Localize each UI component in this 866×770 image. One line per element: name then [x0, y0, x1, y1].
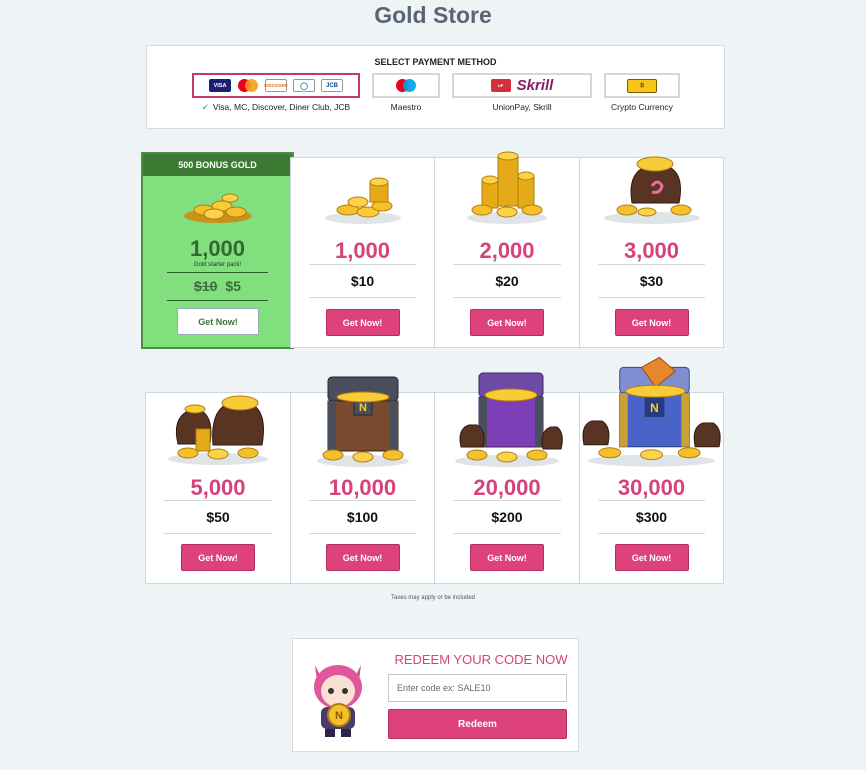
- redeem-panel: N REDEEM YOUR CODE NOW Redeem: [292, 638, 579, 752]
- pack-card: N 30,000 $300 Get Now!: [579, 357, 724, 584]
- coin-pile-icon: [143, 186, 292, 226]
- pack-price: $300: [635, 509, 668, 525]
- pack-amount: 30,000: [617, 475, 686, 500]
- featured-offer-card: 500 BONUS GOLD 1,000 Gold starter pack! …: [141, 152, 294, 349]
- payment-caption-crypto: Crypto Currency: [611, 102, 673, 112]
- divider: [453, 500, 561, 501]
- featured-subtitle: Gold starter pack!: [193, 262, 242, 268]
- divider: [598, 500, 705, 501]
- coin-bags-icon: [146, 379, 290, 469]
- coin-bag-icon: [580, 148, 723, 228]
- small-coin-pile-icon: [291, 166, 434, 228]
- get-now-button[interactable]: Get Now!: [470, 309, 544, 336]
- divider: [164, 500, 272, 501]
- bonus-banner: 500 BONUS GOLD: [143, 154, 292, 176]
- pack-card: 1,000 $10 Get Now!: [290, 157, 435, 348]
- payment-caption-unionpay-skrill: UnionPay, Skrill: [492, 102, 552, 112]
- new-price: $5: [225, 278, 241, 294]
- get-now-button[interactable]: Get Now!: [614, 544, 689, 571]
- divider: [167, 272, 268, 273]
- svg-text:N: N: [650, 401, 659, 415]
- svg-text:N: N: [359, 402, 367, 414]
- featured-amount: 1,000: [189, 236, 246, 261]
- pack-card: 2,000 $20 Get Now!: [434, 151, 580, 348]
- wooden-chest-icon: N: [291, 371, 434, 471]
- redeem-title: REDEEM YOUR CODE NOW: [394, 652, 568, 667]
- mascot-icon: N: [303, 653, 373, 739]
- pack-card: 20,000 $200 Get Now!: [434, 372, 580, 584]
- taxes-note: Taxes may apply or be included: [390, 595, 476, 601]
- divider: [598, 297, 705, 298]
- payment-option-crypto[interactable]: ₿: [604, 73, 680, 98]
- svg-text:N: N: [335, 710, 343, 722]
- discover-logo-icon: DISCOVER: [264, 79, 288, 92]
- pack-price: $10: [350, 273, 375, 289]
- pack-price: $100: [346, 509, 379, 525]
- pack-card: 3,000 $30 Get Now!: [579, 156, 724, 348]
- pack-card: 5,000 $50 Get Now!: [145, 392, 291, 584]
- divider: [167, 300, 268, 301]
- old-price: $10: [194, 278, 218, 294]
- jcb-logo-icon: JCB: [321, 79, 343, 92]
- payment-option-unionpay-skrill[interactable]: UP Skrill: [452, 73, 592, 98]
- get-now-button[interactable]: Get Now!: [325, 544, 400, 571]
- pack-card: N 10,000 $100 Get Now!: [290, 376, 435, 584]
- coin-stack-icon: [435, 148, 579, 228]
- pack-price: $20: [495, 273, 519, 289]
- payment-caption-maestro: Maestro: [390, 102, 422, 112]
- pack-amount: 10,000: [328, 475, 397, 500]
- payment-method-panel: SELECT PAYMENT METHOD VISA DISCOVER ◯ JC…: [146, 45, 725, 129]
- divider: [309, 264, 416, 265]
- divider: [598, 264, 705, 265]
- pack-amount: 20,000: [473, 475, 541, 500]
- unionpay-logo-icon: UP: [490, 79, 511, 92]
- payment-option-cards[interactable]: VISA DISCOVER ◯ JCB: [192, 73, 360, 98]
- pack-price: $50: [206, 509, 230, 525]
- divider: [309, 297, 416, 298]
- page-title: Gold Store: [374, 2, 492, 28]
- pack-price: $200: [491, 509, 523, 525]
- pack-amount: 1,000: [334, 238, 391, 263]
- featured-get-now-button[interactable]: Get Now!: [177, 308, 259, 335]
- divider: [453, 533, 561, 534]
- mastercard-logo-icon: [237, 79, 259, 92]
- divider: [309, 533, 416, 534]
- pack-price: $30: [639, 273, 664, 289]
- featured-price: $10 $5: [143, 278, 292, 294]
- purple-chest-icon: [435, 367, 579, 471]
- check-icon: ✔: [201, 102, 209, 112]
- divider: [453, 297, 561, 298]
- redeem-button[interactable]: Redeem: [388, 709, 567, 739]
- divider: [309, 500, 416, 501]
- maestro-logo-icon: [395, 79, 417, 92]
- pack-amount: 5,000: [190, 475, 246, 500]
- skrill-logo-icon: Skrill: [516, 77, 554, 94]
- pack-amount: 3,000: [623, 238, 680, 263]
- crypto-currency-icon: ₿: [627, 78, 657, 93]
- get-now-button[interactable]: Get Now!: [181, 544, 255, 571]
- get-now-button[interactable]: Get Now!: [325, 309, 400, 336]
- divider: [598, 533, 705, 534]
- pack-amount: 2,000: [479, 238, 535, 263]
- payment-heading: SELECT PAYMENT METHOD: [374, 57, 497, 67]
- divider: [453, 264, 561, 265]
- get-now-button[interactable]: Get Now!: [470, 544, 544, 571]
- blue-chest-icon: N: [580, 357, 723, 471]
- diners-club-logo-icon: ◯: [293, 79, 315, 92]
- redeem-code-input[interactable]: [388, 674, 567, 702]
- get-now-button[interactable]: Get Now!: [614, 309, 689, 336]
- payment-option-maestro[interactable]: [372, 73, 440, 98]
- payment-caption-cards: ✔ Visa, MC, Discover, Diner Club, JCB: [201, 102, 351, 112]
- divider: [164, 533, 272, 534]
- visa-logo-icon: VISA: [209, 79, 231, 92]
